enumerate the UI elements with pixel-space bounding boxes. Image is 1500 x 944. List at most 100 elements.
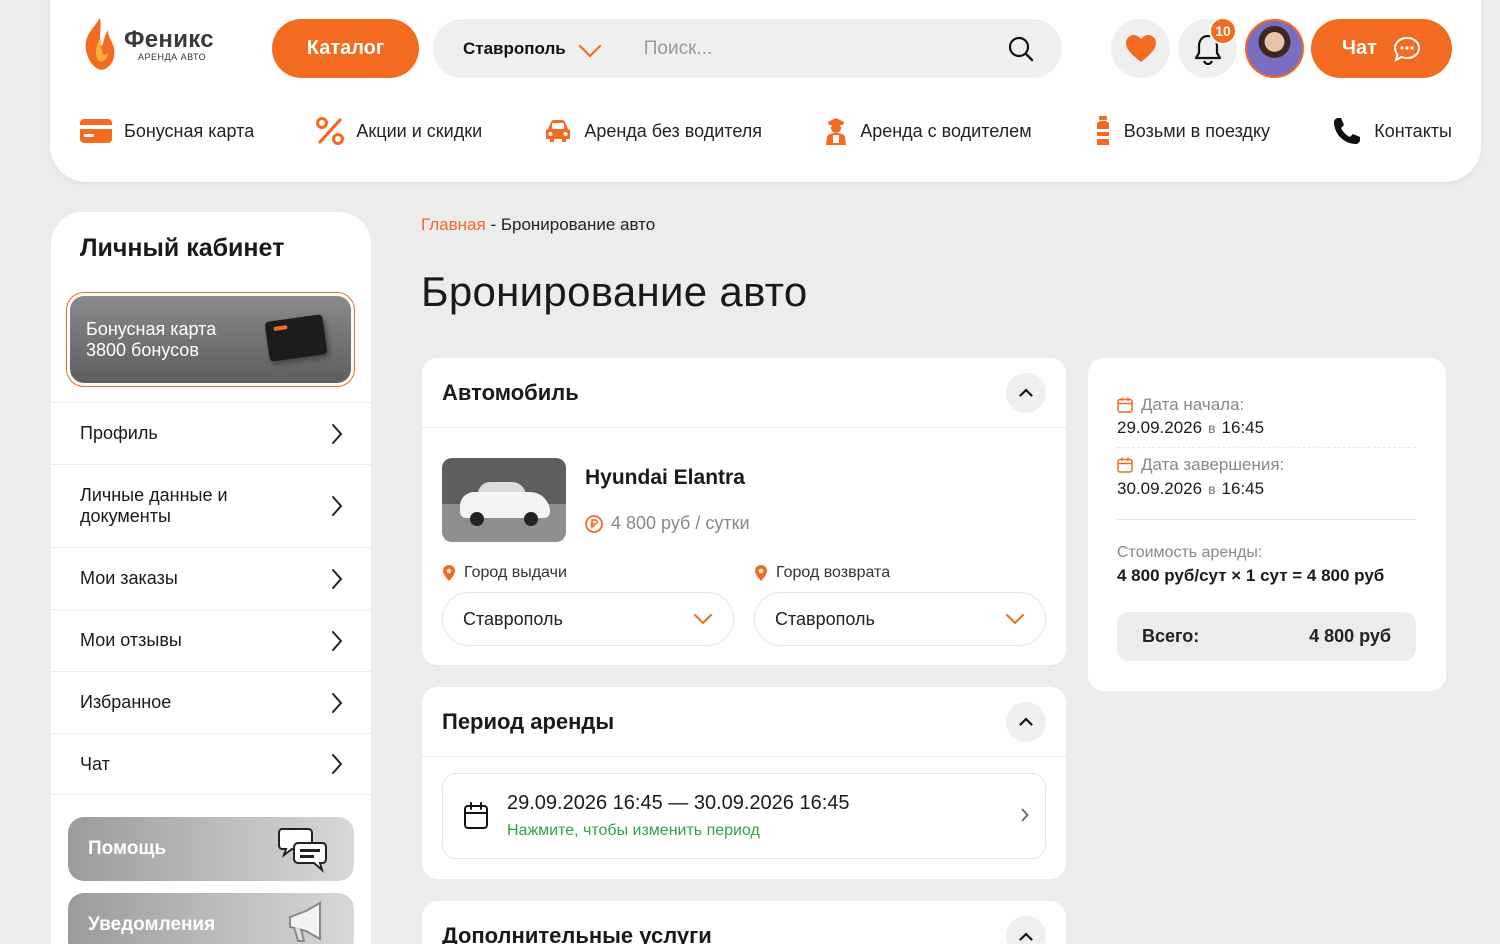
bonus-card-image [264,314,328,362]
chevron-down-icon [694,614,712,625]
nav-item-rent-no-driver[interactable]: Аренда без водителя [544,119,762,143]
sidebar-item-orders[interactable]: Мои заказы [51,547,371,609]
pickup-city-value: Ставрополь [463,608,563,629]
extra-services-section: Дополнительные услуги [422,901,1066,944]
return-city-select[interactable]: Ставрополь [754,592,1046,646]
car-icon [544,119,572,143]
chevron-right-icon [1021,808,1029,822]
help-button-label: Помощь [88,838,167,859]
start-date-value: 29.09.2026 в 16:45 [1117,418,1265,437]
ruble-coin-icon [585,514,603,533]
divider [1117,447,1416,448]
chevron-right-icon [332,630,343,651]
car-section: Автомобиль Hyundai Elantra 4 800 руб / с… [422,358,1066,665]
total-box: Всего: 4 800 руб [1117,612,1416,661]
favorites-button[interactable] [1111,19,1170,78]
sidebar-item-chat[interactable]: Чат [51,733,371,795]
avatar[interactable] [1245,19,1304,78]
divider [1117,519,1416,520]
page-title: Бронирование авто [421,268,808,315]
collapse-period-button[interactable] [1006,701,1046,742]
sidebar-item-reviews[interactable]: Мои отзывы [51,609,371,671]
calendar-icon [464,802,488,829]
pickup-city-select[interactable]: Ставрополь [442,592,734,646]
chat-button[interactable]: Чат [1311,19,1452,78]
search-icon[interactable] [1008,36,1034,62]
breadcrumb-home-link[interactable]: Главная [421,215,486,234]
logo-subtitle: АРЕНДА АВТО [138,52,207,62]
sidebar-item-profile[interactable]: Профиль [51,402,371,464]
end-date-label: Дата завершения: [1117,455,1284,475]
help-button[interactable]: Помощь [68,817,354,881]
search-bar: Ставрополь Поиск... [433,19,1062,78]
period-hint: Нажмите, чтобы изменить период [507,822,760,839]
sidebar-item-label: Мои заказы [80,568,178,588]
total-value: 4 800 руб [1309,626,1391,646]
card-icon [80,119,112,143]
location-pin-icon [443,565,455,581]
phone-icon [1332,116,1362,146]
megaphone-icon [289,901,321,942]
rental-period-section: Период аренды 29.09.2026 16:45 — 30.09.2… [422,687,1066,879]
sidebar-item-personal-data[interactable]: Личные данные и документы [51,464,371,547]
chevron-up-icon [1019,717,1033,726]
cost-formula: 4 800 руб/сут × 1 сут = 4 800 руб [1117,566,1385,585]
sidebar-item-label: Мои отзывы [80,630,182,650]
nav-item-take-on-trip[interactable]: Возьми в поездку [1094,116,1270,146]
search-input[interactable]: Поиск... [644,38,1008,60]
city-select-value: Ставрополь [463,38,566,58]
car-price: 4 800 руб / сутки [585,513,750,534]
chevron-right-icon [332,496,343,516]
breadcrumb-current: Бронирование авто [500,215,656,234]
city-select[interactable]: Ставрополь [463,39,602,59]
collapse-car-button[interactable] [1006,372,1046,413]
nav-item-label: Аренда с водителем [860,120,1032,141]
chat-button-label: Чат [1342,37,1377,59]
start-date-label: Дата начала: [1117,395,1244,415]
bonus-card-button[interactable]: Бонусная карта 3800 бонусов [66,292,355,387]
breadcrumb-separator: - [485,215,501,234]
account-sidebar: Личный кабинет Бонусная карта 3800 бонус… [51,212,371,944]
return-city-label: Город возврата [754,564,890,582]
calendar-icon [1117,457,1133,473]
nav-item-promotions[interactable]: Акции и скидки [316,117,482,145]
booking-summary: Дата начала: 29.09.2026 в 16:45 Дата завер… [1088,358,1446,691]
logo[interactable]: Феникс АРЕНДА АВТО [80,16,214,72]
nav-item-label: Бонусная карта [124,120,255,141]
return-city-value: Ставрополь [775,608,875,629]
chevron-right-icon [332,423,343,444]
chat-bubble-icon [1393,36,1420,62]
catalog-button[interactable]: Каталог [272,19,419,78]
heart-icon [1125,34,1156,62]
driver-icon [824,116,848,146]
car-section-title: Автомобиль [442,379,579,405]
main-nav: Бонусная карта Акции и скидки Аренда без… [80,116,1452,146]
nav-item-bonus-card[interactable]: Бонусная карта [80,119,254,143]
sidebar-item-label: Избранное [80,692,172,712]
bottle-icon [1094,116,1112,146]
car-price-value: 4 800 руб / сутки [611,513,750,533]
calendar-icon [1117,397,1133,413]
phoenix-logo-icon [85,18,115,70]
logo-name: Феникс [124,26,214,53]
chevron-down-icon [578,44,601,58]
extra-section-title: Дополнительные услуги [442,923,712,944]
cost-label: Стоимость аренды: [1117,544,1263,561]
total-label: Всего: [1142,626,1200,646]
car-photo[interactable] [442,458,566,542]
chevron-up-icon [1019,931,1033,941]
sidebar-item-favorites[interactable]: Избранное [51,671,371,733]
period-picker[interactable]: 29.09.2026 16:45 — 30.09.2026 16:45 Нажм… [442,773,1046,859]
period-section-title: Период аренды [442,708,615,734]
speech-bubbles-icon [278,828,327,873]
breadcrumb: Главная - Бронирование авто [421,215,655,235]
pickup-city-label: Город выдачи [442,564,567,582]
nav-item-label: Возьми в поездку [1123,120,1271,141]
collapse-extra-button[interactable] [1006,916,1046,944]
nav-item-contacts[interactable]: Контакты [1332,116,1452,146]
sidebar-item-label: Профиль [80,423,158,443]
nav-item-rent-with-driver[interactable]: Аренда с водителем [824,116,1032,146]
notifications-menu-button[interactable]: Уведомления [68,893,354,944]
sidebar-menu: Профиль Личные данные и документы Мои за… [51,402,371,795]
end-date-value: 30.09.2026 в 16:45 [1117,479,1265,498]
